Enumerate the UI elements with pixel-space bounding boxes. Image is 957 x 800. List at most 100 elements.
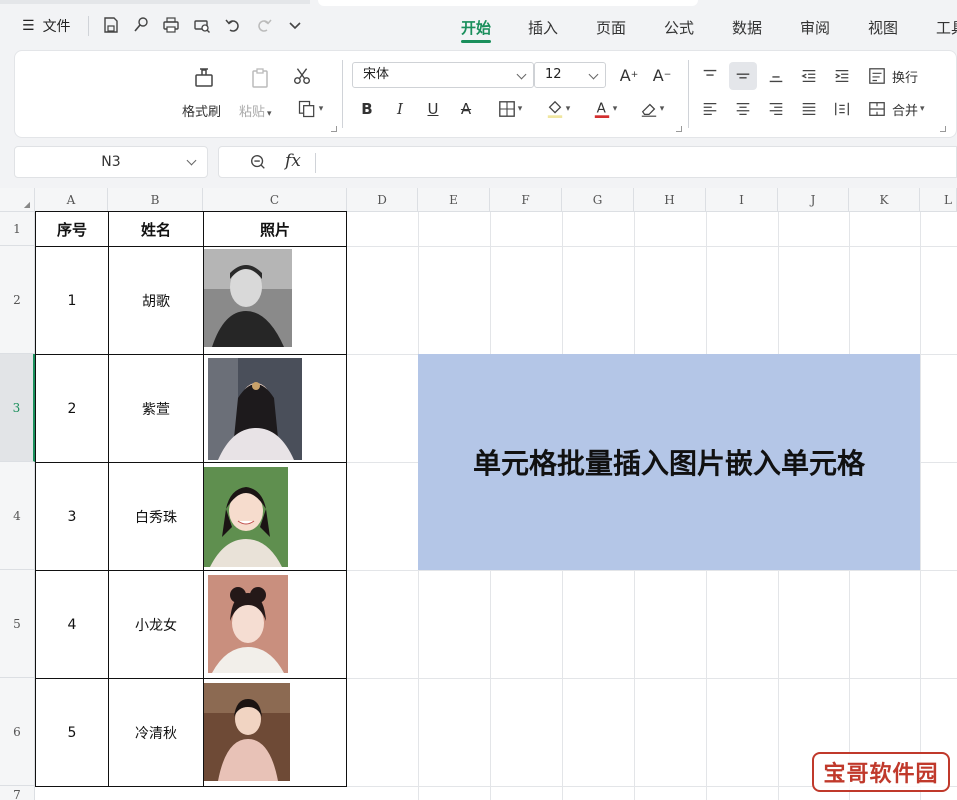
chevron-down-icon[interactable] — [285, 15, 305, 35]
tab-insert[interactable]: 插入 — [528, 17, 558, 38]
row-header-4[interactable]: 4 — [0, 462, 35, 570]
row-header-5[interactable]: 5 — [0, 570, 35, 678]
border-button[interactable]: ▾ — [492, 99, 528, 119]
print-preview-icon[interactable] — [192, 15, 212, 35]
column-header-e[interactable]: E — [418, 188, 490, 212]
formula-input[interactable]: fx — [218, 146, 957, 178]
save-icon[interactable] — [101, 15, 121, 35]
table-cell-photo[interactable] — [203, 570, 347, 679]
portrait-photo[interactable] — [204, 683, 290, 781]
tab-home[interactable]: 开始 — [461, 17, 491, 38]
justify-icon[interactable] — [799, 99, 819, 119]
portrait-photo[interactable] — [204, 249, 292, 347]
table-cell-photo[interactable] — [203, 246, 347, 355]
sheet-grid[interactable]: ◢ A B C D E F G H I J K L 1 2 3 4 5 6 7 — [0, 188, 957, 800]
table-cell-name[interactable]: 紫萱 — [108, 354, 204, 463]
underline-icon[interactable]: U — [424, 99, 442, 119]
file-menu-button[interactable]: ☰ 文件 — [22, 16, 71, 36]
table-header-photo[interactable]: 照片 — [203, 211, 347, 247]
align-right-icon[interactable] — [766, 99, 786, 119]
portrait-photo[interactable] — [204, 467, 288, 567]
copy-button[interactable]: ▾ — [292, 98, 328, 120]
zoom-icon[interactable] — [249, 153, 267, 175]
tab-review[interactable]: 审阅 — [800, 17, 830, 38]
tab-data[interactable]: 数据 — [732, 17, 762, 38]
font-color-button[interactable]: A ▾ — [587, 98, 623, 120]
brush-icon[interactable] — [131, 15, 151, 35]
column-header-g[interactable]: G — [562, 188, 634, 212]
row-header-2[interactable]: 2 — [0, 246, 35, 354]
cut-icon[interactable] — [290, 64, 314, 88]
column-header-k[interactable]: K — [849, 188, 920, 212]
table-cell-no[interactable]: 1 — [35, 246, 109, 355]
bold-icon[interactable]: B — [358, 99, 376, 119]
table-cell-name[interactable]: 冷清秋 — [108, 678, 204, 787]
alignment-group-launcher[interactable] — [940, 126, 946, 132]
chevron-down-icon — [516, 69, 527, 80]
table-cell-photo[interactable] — [203, 462, 347, 571]
table-cell-no[interactable]: 5 — [35, 678, 109, 787]
column-header-c[interactable]: C — [203, 188, 347, 212]
row-header-7[interactable]: 7 — [0, 786, 35, 800]
decrease-indent-icon[interactable] — [799, 66, 819, 86]
table-header-no[interactable]: 序号 — [35, 211, 109, 247]
table-header-name[interactable]: 姓名 — [108, 211, 204, 247]
column-header-i[interactable]: I — [706, 188, 778, 212]
portrait-photo[interactable] — [208, 358, 302, 460]
name-box[interactable]: N3 — [14, 146, 208, 178]
clipboard-group-launcher[interactable] — [331, 126, 337, 132]
format-painter-icon[interactable] — [190, 64, 218, 92]
row-header-3[interactable]: 3 — [0, 354, 35, 462]
tab-formula[interactable]: 公式 — [664, 17, 694, 38]
align-middle-icon[interactable] — [733, 66, 753, 86]
increase-font-icon[interactable]: A + — [618, 64, 640, 86]
font-family-select[interactable]: 宋体 — [352, 62, 534, 88]
format-painter-label[interactable]: 格式刷 — [182, 101, 221, 120]
portrait-photo[interactable] — [208, 575, 288, 673]
tab-tools[interactable]: 工具 — [936, 17, 957, 38]
paste-label[interactable]: 粘贴 ▾ — [239, 101, 272, 120]
select-all-corner[interactable]: ◢ — [0, 188, 35, 212]
font-size-select[interactable]: 12 — [534, 62, 606, 88]
row-header-6[interactable]: 6 — [0, 678, 35, 786]
column-header-d[interactable]: D — [347, 188, 418, 212]
table-cell-name[interactable]: 胡歌 — [108, 246, 204, 355]
fill-color-button[interactable]: ▾ — [540, 98, 576, 120]
tab-view[interactable]: 视图 — [868, 17, 898, 38]
align-center-icon[interactable] — [733, 99, 753, 119]
align-bottom-icon[interactable] — [766, 66, 786, 86]
decrease-font-icon[interactable]: A − — [651, 64, 673, 86]
redo-icon[interactable] — [254, 15, 274, 35]
distribute-icon[interactable] — [832, 99, 852, 119]
column-header-j[interactable]: J — [778, 188, 849, 212]
font-group-launcher[interactable] — [676, 126, 682, 132]
chevron-down-icon: ▾ — [318, 104, 324, 114]
row-header-1[interactable]: 1 — [0, 212, 35, 246]
table-cell-no[interactable]: 3 — [35, 462, 109, 571]
column-header-l[interactable]: L — [920, 188, 957, 212]
strikethrough-icon[interactable]: A — [457, 99, 475, 119]
merge-cells-button[interactable]: 合并 ▾ — [868, 97, 940, 121]
table-cell-photo[interactable] — [203, 354, 347, 463]
fx-icon[interactable]: fx — [285, 151, 301, 171]
table-cell-name[interactable]: 小龙女 — [108, 570, 204, 679]
table-cell-no[interactable]: 2 — [35, 354, 109, 463]
paste-icon[interactable] — [246, 64, 274, 92]
tab-page[interactable]: 页面 — [596, 17, 626, 38]
column-header-f[interactable]: F — [490, 188, 562, 212]
merged-title-cell[interactable]: 单元格批量插入图片嵌入单元格 — [418, 354, 920, 570]
table-cell-photo[interactable] — [203, 678, 347, 787]
column-header-h[interactable]: H — [634, 188, 706, 212]
align-left-icon[interactable] — [700, 99, 720, 119]
clear-format-button[interactable]: ▾ — [634, 98, 670, 120]
increase-indent-icon[interactable] — [832, 66, 852, 86]
wrap-text-button[interactable]: 换行 — [868, 64, 928, 88]
table-cell-no[interactable]: 4 — [35, 570, 109, 679]
column-header-b[interactable]: B — [108, 188, 203, 212]
undo-icon[interactable] — [223, 15, 243, 35]
column-header-a[interactable]: A — [35, 188, 108, 212]
print-icon[interactable] — [161, 15, 181, 35]
italic-icon[interactable]: I — [391, 99, 409, 119]
align-top-icon[interactable] — [700, 66, 720, 86]
table-cell-name[interactable]: 白秀珠 — [108, 462, 204, 571]
